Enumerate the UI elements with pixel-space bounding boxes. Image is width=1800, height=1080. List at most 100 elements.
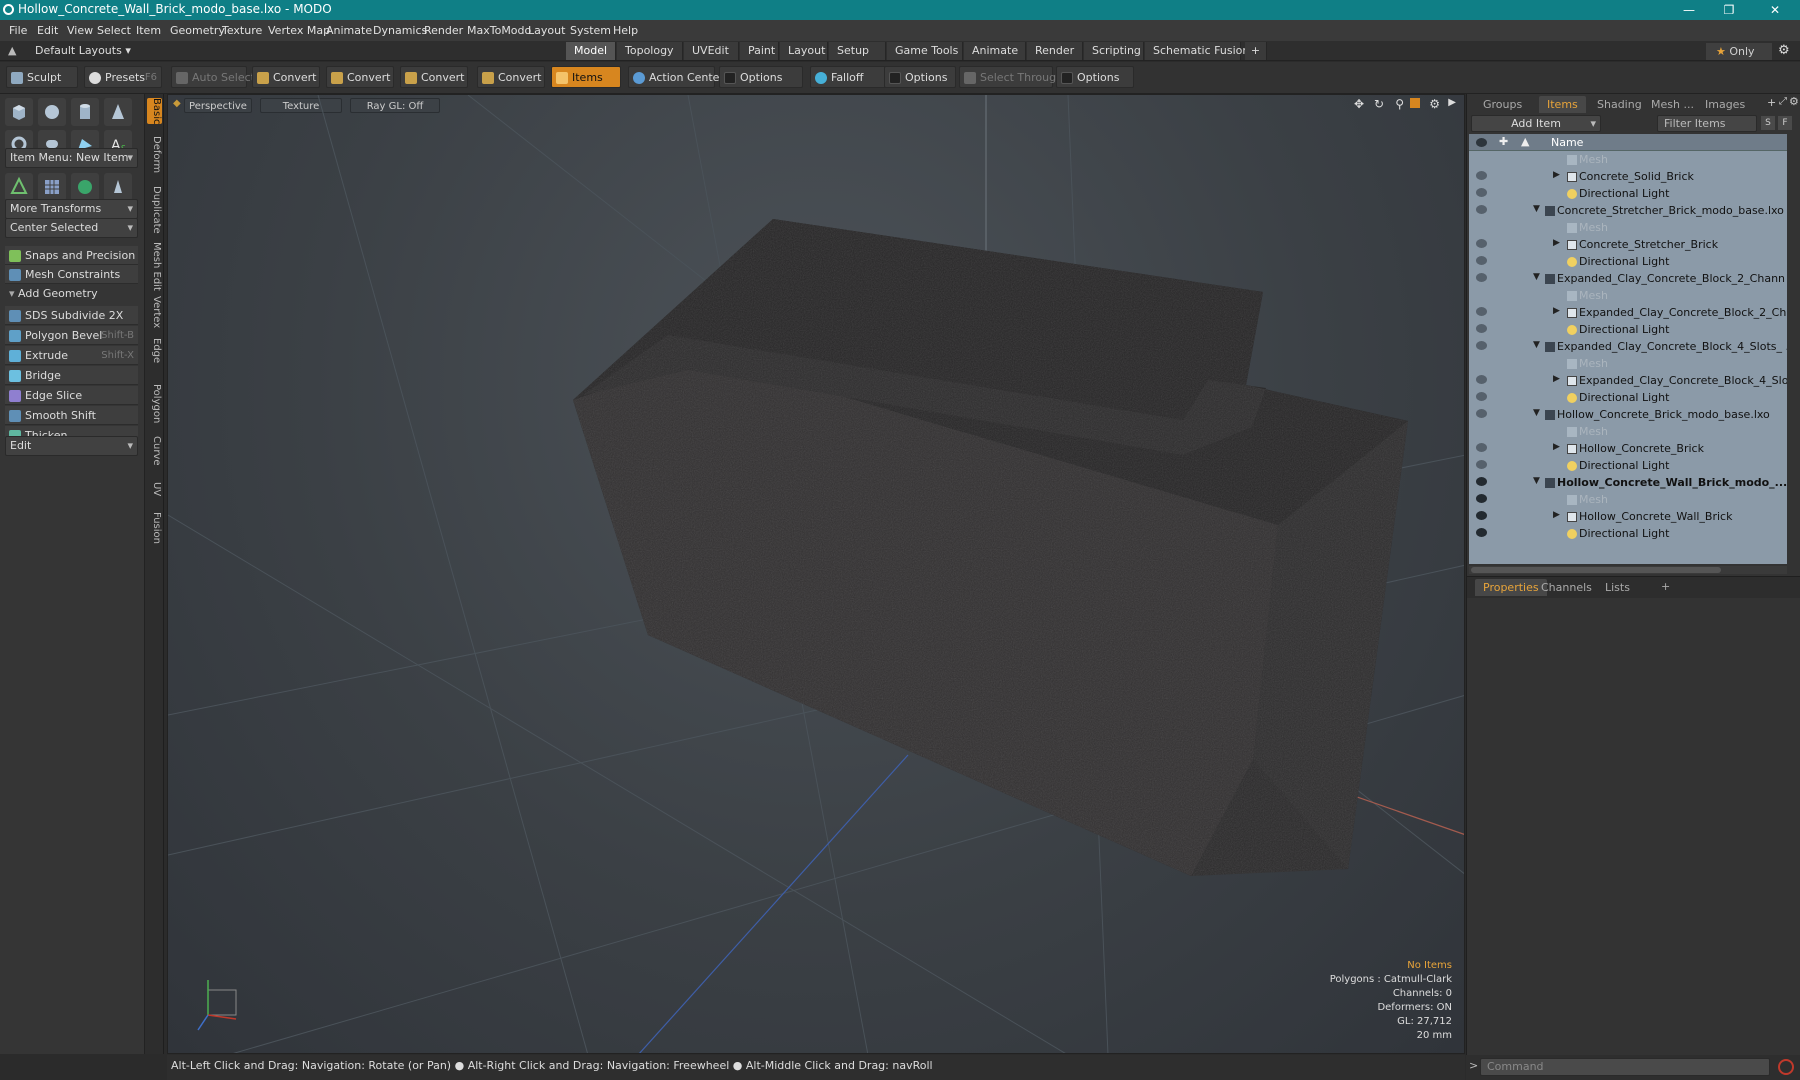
tool-edge-slice[interactable]: Edge Slice — [5, 386, 138, 405]
tree-mesh-item[interactable]: Mesh — [1469, 423, 1787, 440]
filter-items-input[interactable]: Filter Items — [1657, 115, 1757, 132]
panel-tab-items[interactable]: Items — [1539, 96, 1586, 113]
add-geometry-header[interactable]: ▾ Add Geometry — [5, 285, 138, 303]
tab-topology[interactable]: Topology — [617, 42, 683, 60]
convert-polygons-button[interactable]: Convert — [400, 66, 468, 88]
sculpt-button[interactable]: Sculpt — [6, 66, 78, 88]
action-center-button[interactable]: Action Center — [628, 66, 724, 88]
select-through-button[interactable]: Select Through — [959, 66, 1063, 88]
visibility-eye-icon[interactable] — [1476, 477, 1487, 486]
expand-arrow-icon[interactable]: ▶ — [1553, 170, 1560, 180]
menu-geometry[interactable]: Geometry — [170, 24, 225, 37]
only-button[interactable]: ★ Only — [1706, 43, 1772, 60]
menu-dynamics[interactable]: Dynamics — [373, 24, 427, 37]
tab-animate[interactable]: Animate — [964, 42, 1026, 60]
tab-render[interactable]: Render — [1027, 42, 1083, 60]
visibility-eye-icon[interactable] — [1476, 375, 1487, 384]
camera-icon[interactable] — [104, 173, 132, 201]
mesh-constraints-button[interactable]: Mesh Constraints — [5, 265, 138, 284]
expand-arrow-icon[interactable]: ▶ — [1553, 510, 1560, 520]
falloff-options-button[interactable]: Options — [884, 66, 956, 88]
panel-tab-groups[interactable]: Groups — [1475, 96, 1530, 113]
layout-up-icon[interactable]: ▲ — [8, 44, 16, 57]
add-tab-icon[interactable]: + — [1767, 96, 1776, 109]
menu-edit[interactable]: Edit — [37, 24, 58, 37]
menu-help[interactable]: Help — [613, 24, 638, 37]
add-layout-tab-button[interactable]: + — [1245, 42, 1267, 60]
collapse-arrow-icon[interactable]: ▼ — [1533, 204, 1540, 214]
add-properties-tab-icon[interactable]: + — [1661, 580, 1670, 593]
scrollbar-thumb[interactable] — [1471, 567, 1721, 573]
auto-select-button[interactable]: Auto Select — [171, 66, 255, 88]
sphere-icon[interactable] — [38, 98, 66, 126]
vtab-vertex[interactable]: Vertex — [147, 296, 162, 328]
visibility-eye-icon[interactable] — [1476, 205, 1487, 214]
expand-arrow-icon[interactable]: ▶ — [1553, 442, 1560, 452]
tab-model[interactable]: Model — [566, 42, 616, 60]
tool-bridge[interactable]: Bridge — [5, 366, 138, 385]
more-transforms-dropdown[interactable]: More Transforms — [5, 199, 138, 219]
tool-smooth-shift[interactable]: Smooth Shift — [5, 406, 138, 425]
menu-file[interactable]: File — [9, 24, 27, 37]
vtab-fusion[interactable]: Fusion — [147, 512, 162, 544]
maximize-icon[interactable]: ❐ — [1714, 1, 1744, 19]
tree-light-item[interactable]: Directional Light — [1469, 253, 1787, 270]
vtab-deform[interactable]: Deform — [147, 136, 162, 173]
tree-item[interactable]: ▶ Expanded_Clay_Concrete_Block_2_Cha ... — [1469, 304, 1787, 321]
menu-animate[interactable]: Animate — [326, 24, 372, 37]
tab-setup[interactable]: Setup — [829, 42, 886, 60]
tab-scripting[interactable]: Scripting — [1084, 42, 1144, 60]
tree-scene-item[interactable]: ▼ Hollow_Concrete_Wall_Brick_modo_... — [1469, 474, 1787, 491]
cylinder-icon[interactable] — [71, 98, 99, 126]
grid-icon[interactable] — [38, 173, 66, 201]
tree-light-item[interactable]: Directional Light — [1469, 525, 1787, 542]
visibility-eye-icon[interactable] — [1476, 460, 1487, 469]
expand-arrow-icon[interactable]: ▶ — [1553, 238, 1560, 248]
vtab-uv[interactable]: UV — [147, 482, 162, 496]
vtab-edge[interactable]: Edge — [147, 338, 162, 363]
properties-tab-channels[interactable]: Channels — [1533, 579, 1600, 596]
visibility-eye-icon[interactable] — [1476, 511, 1487, 520]
visibility-eye-icon[interactable] — [1476, 494, 1487, 503]
tree-item[interactable]: ▶ Expanded_Clay_Concrete_Block_4_Slots — [1469, 372, 1787, 389]
tree-scene-item[interactable]: ▼ Expanded_Clay_Concrete_Block_4_Slots_ .… — [1469, 338, 1787, 355]
tree-mesh-item[interactable]: Mesh — [1469, 151, 1787, 168]
add-item-dropdown[interactable]: Add Item ▾ — [1471, 115, 1601, 132]
menu-vertex-map[interactable]: Vertex Map — [268, 24, 330, 37]
cone-icon[interactable] — [104, 98, 132, 126]
items-mode-button[interactable]: Items — [551, 66, 621, 88]
tree-item[interactable]: ▶ Concrete_Stretcher_Brick — [1469, 236, 1787, 253]
type-column-icon[interactable]: ▲ — [1521, 135, 1529, 148]
collapse-arrow-icon[interactable]: ▼ — [1533, 476, 1540, 486]
tab-game-tools[interactable]: Game Tools — [887, 42, 963, 60]
menu-texture[interactable]: Texture — [222, 24, 262, 37]
panel-tab-mesh[interactable]: Mesh ... — [1643, 96, 1702, 113]
menu-select[interactable]: Select — [97, 24, 131, 37]
vtab-curve[interactable]: Curve — [147, 436, 162, 466]
tab-layout[interactable]: Layout — [780, 42, 828, 60]
visibility-eye-icon[interactable] — [1476, 528, 1487, 537]
visibility-eye-icon[interactable] — [1476, 171, 1487, 180]
menu-item[interactable]: Item — [136, 24, 161, 37]
tree-item[interactable]: ▶ Concrete_Solid_Brick — [1469, 168, 1787, 185]
vtab-mesh-edit[interactable]: Mesh Edit — [147, 242, 162, 291]
close-icon[interactable]: ✕ — [1760, 1, 1790, 19]
tree-horizontal-scrollbar[interactable] — [1469, 566, 1787, 574]
collapse-arrow-icon[interactable]: ▼ — [1533, 340, 1540, 350]
tree-item[interactable]: ▶ Hollow_Concrete_Brick — [1469, 440, 1787, 457]
3d-viewport[interactable]: ◆ Perspective Texture Ray GL: Off ✥ ↻ ⚲ … — [167, 94, 1465, 1054]
tree-mesh-item[interactable]: Mesh — [1469, 491, 1787, 508]
properties-tab-lists[interactable]: Lists — [1597, 579, 1638, 596]
tool-polygon-bevel[interactable]: Polygon Bevel Shift-B — [5, 326, 138, 345]
tab-uvedit[interactable]: UVEdit — [684, 42, 739, 60]
default-layouts-dropdown[interactable]: Default Layouts ▾ — [35, 44, 131, 57]
search-toggle-button[interactable]: S — [1761, 116, 1775, 130]
falloff-button[interactable]: Falloff — [810, 66, 888, 88]
visibility-eye-icon[interactable] — [1476, 307, 1487, 316]
collapse-arrow-icon[interactable]: ▼ — [1533, 408, 1540, 418]
expand-arrow-icon[interactable]: ▶ — [1553, 374, 1560, 384]
lock-column-icon[interactable]: ✚ — [1499, 135, 1508, 148]
visibility-column-icon[interactable] — [1476, 138, 1487, 147]
select-through-options-button[interactable]: Options — [1056, 66, 1134, 88]
convert-edges-button[interactable]: Convert — [326, 66, 394, 88]
